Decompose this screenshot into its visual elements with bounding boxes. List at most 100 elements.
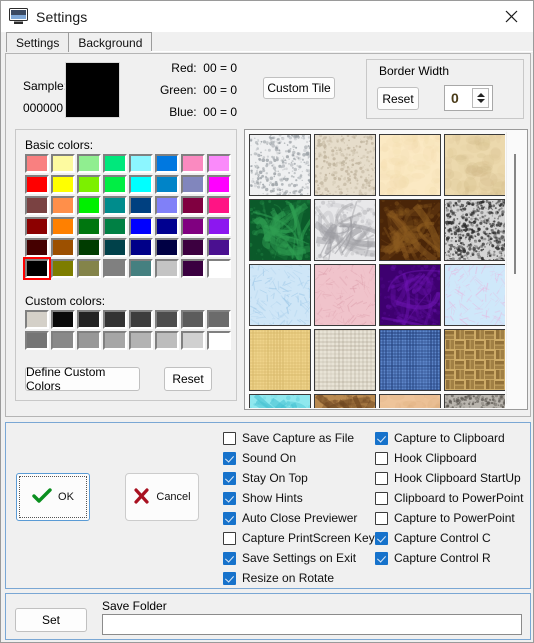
color-swatch[interactable] — [25, 175, 49, 194]
peach-tile[interactable] — [379, 394, 441, 408]
color-swatch[interactable] — [129, 331, 153, 350]
green-marble-tile[interactable] — [249, 199, 311, 261]
color-swatch[interactable] — [103, 331, 127, 350]
define-custom-colors-button[interactable]: Define Custom Colors — [25, 365, 140, 393]
color-swatch[interactable] — [129, 310, 153, 329]
color-swatch[interactable] — [155, 175, 179, 194]
beige-sand-tile[interactable] — [314, 134, 376, 196]
light-blue-tile[interactable] — [249, 264, 311, 326]
color-swatch[interactable] — [77, 259, 101, 278]
stepper-arrows-icon[interactable] — [472, 88, 489, 108]
color-swatch[interactable] — [207, 238, 231, 257]
checkbox-unchecked-icon[interactable] — [223, 531, 236, 545]
tan-parchment-tile[interactable] — [444, 134, 505, 196]
pink-tile[interactable] — [314, 264, 376, 326]
woodgrain-tile[interactable] — [314, 394, 376, 408]
checkbox-resize-on-rotate[interactable]: Resize on Rotate — [223, 568, 375, 588]
custom-colors-reset-button[interactable]: Reset — [164, 367, 212, 391]
color-swatch[interactable] — [155, 154, 179, 173]
checkbox-clipboard-to-powerpoint[interactable]: Clipboard to PowerPoint — [375, 488, 523, 508]
granite-gray-tile[interactable] — [444, 199, 505, 261]
color-swatch[interactable] — [77, 196, 101, 215]
color-swatch[interactable] — [103, 238, 127, 257]
color-swatch[interactable] — [25, 238, 49, 257]
checkbox-checked-icon[interactable] — [223, 451, 236, 465]
color-swatch[interactable] — [207, 196, 231, 215]
color-swatch[interactable] — [103, 259, 127, 278]
cyan-water-tile[interactable] — [249, 394, 311, 408]
set-folder-button[interactable]: Set — [15, 608, 87, 632]
color-swatch[interactable] — [25, 217, 49, 236]
blue-burlap-tile[interactable] — [379, 329, 441, 391]
brown-wood-tile[interactable] — [379, 199, 441, 261]
color-swatch[interactable] — [51, 217, 75, 236]
color-swatch[interactable] — [25, 154, 49, 173]
color-swatch[interactable] — [23, 257, 51, 280]
checkbox-hook-clipboard[interactable]: Hook Clipboard — [375, 448, 523, 468]
checkbox-checked-icon[interactable] — [375, 531, 388, 545]
checkbox-stay-on-top[interactable]: Stay On Top — [223, 468, 375, 488]
color-swatch[interactable] — [181, 217, 205, 236]
scrollbar-thumb[interactable] — [514, 154, 516, 274]
tab-settings[interactable]: Settings — [6, 32, 70, 52]
cream-parchment-tile[interactable] — [379, 134, 441, 196]
checkbox-unchecked-icon[interactable] — [375, 471, 388, 485]
border-width-reset-button[interactable]: Reset — [377, 87, 419, 110]
save-folder-input[interactable] — [102, 614, 522, 635]
checkbox-checked-icon[interactable] — [223, 491, 236, 505]
checkbox-capture-control-c[interactable]: Capture Control C — [375, 528, 523, 548]
color-swatch[interactable] — [207, 217, 231, 236]
color-swatch[interactable] — [51, 331, 75, 350]
color-swatch[interactable] — [207, 175, 231, 194]
color-swatch[interactable] — [51, 196, 75, 215]
checkbox-capture-control-r[interactable]: Capture Control R — [375, 548, 523, 568]
checkbox-save-capture-as-file[interactable]: Save Capture as File — [223, 428, 375, 448]
stone-gray-tile[interactable] — [444, 394, 505, 408]
checkbox-save-settings-on-exit[interactable]: Save Settings on Exit — [223, 548, 375, 568]
checkbox-unchecked-icon[interactable] — [223, 431, 236, 445]
color-swatch[interactable] — [181, 154, 205, 173]
checkbox-sound-on[interactable]: Sound On — [223, 448, 375, 468]
white-speckle-tile[interactable] — [249, 134, 311, 196]
color-swatch[interactable] — [25, 310, 49, 329]
color-swatch[interactable] — [51, 238, 75, 257]
color-swatch[interactable] — [207, 154, 231, 173]
color-swatch[interactable] — [207, 259, 231, 278]
purple-tile[interactable] — [379, 264, 441, 326]
color-swatch[interactable] — [181, 175, 205, 194]
checkbox-unchecked-icon[interactable] — [375, 451, 388, 465]
checkbox-checked-icon[interactable] — [223, 511, 236, 525]
checkbox-auto-close-previewer[interactable]: Auto Close Previewer — [223, 508, 375, 528]
color-swatch[interactable] — [25, 196, 49, 215]
color-swatch[interactable] — [155, 310, 179, 329]
checkbox-unchecked-icon[interactable] — [375, 511, 388, 525]
color-swatch[interactable] — [155, 238, 179, 257]
color-swatch[interactable] — [129, 259, 153, 278]
beige-grid-tile[interactable] — [314, 329, 376, 391]
color-swatch[interactable] — [51, 154, 75, 173]
color-swatch[interactable] — [181, 310, 205, 329]
color-swatch[interactable] — [181, 259, 205, 278]
color-swatch[interactable] — [207, 331, 231, 350]
checkbox-unchecked-icon[interactable] — [375, 491, 388, 505]
color-swatch[interactable] — [77, 217, 101, 236]
ok-button[interactable]: OK — [16, 473, 90, 521]
cancel-button[interactable]: Cancel — [125, 473, 199, 521]
border-width-stepper[interactable]: 0 — [444, 85, 493, 111]
color-swatch[interactable] — [129, 175, 153, 194]
color-swatch[interactable] — [129, 217, 153, 236]
color-swatch[interactable] — [103, 217, 127, 236]
tab-background[interactable]: Background — [68, 32, 153, 52]
checkbox-capture-printscreen-key[interactable]: Capture PrintScreen Key — [223, 528, 375, 548]
color-swatch[interactable] — [181, 196, 205, 215]
checkbox-checked-icon[interactable] — [375, 551, 388, 565]
color-swatch[interactable] — [181, 331, 205, 350]
color-swatch[interactable] — [103, 175, 127, 194]
color-swatch[interactable] — [51, 175, 75, 194]
checkbox-checked-icon[interactable] — [223, 571, 236, 585]
color-swatch[interactable] — [155, 196, 179, 215]
color-swatch[interactable] — [77, 331, 101, 350]
color-swatch[interactable] — [129, 154, 153, 173]
checkbox-checked-icon[interactable] — [223, 551, 236, 565]
close-icon[interactable] — [489, 1, 533, 32]
